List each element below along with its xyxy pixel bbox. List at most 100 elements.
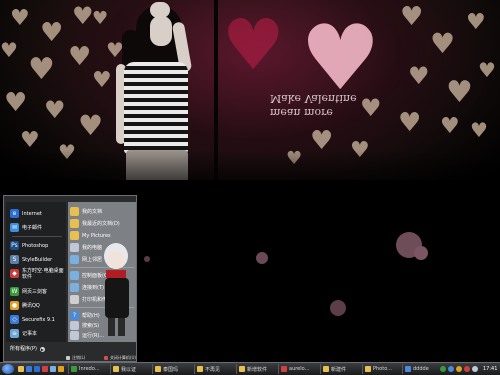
start-item-label: 腾讯QQ: [22, 302, 40, 309]
bokeh-dot: [144, 256, 150, 262]
start-item-label: 我最近的文档(D): [82, 220, 120, 227]
quick-launch-icon[interactable]: [34, 366, 40, 372]
taskbar-item-label: Inredo...: [79, 366, 100, 372]
folder-icon: [323, 366, 329, 372]
start-item-stylebuilder[interactable]: S StyleBuilder: [10, 254, 52, 265]
start-item-securefix[interactable]: ◇ Securefix 9.1: [10, 314, 55, 325]
start-item-label: Photoshop: [22, 242, 49, 249]
taskbar-item[interactable]: 不再见: [194, 364, 236, 374]
shutdown-button[interactable]: 关闭计算机(U): [103, 354, 136, 361]
heart-shape: ♥: [92, 68, 112, 93]
folder-icon: [155, 366, 161, 372]
quick-launch-icon[interactable]: [26, 366, 32, 372]
taskbar-item[interactable]: 泰国玛: [152, 364, 194, 374]
heart-shape: ♥: [20, 128, 40, 153]
my-pictures-icon: [70, 231, 79, 240]
quick-launch-icon[interactable]: [18, 366, 24, 372]
heart-shape: ♥: [446, 75, 473, 110]
start-item-label: 网页三剑客: [22, 288, 48, 295]
search-icon: [70, 321, 79, 330]
heart-shape: ♥: [44, 96, 66, 124]
taskbar-item[interactable]: dddde: [402, 364, 440, 374]
taskbar-item-label: 不再见: [205, 366, 221, 373]
all-programs-button[interactable]: 所有程序(P) ▶: [10, 346, 45, 352]
heart-shape: ♥: [222, 4, 285, 86]
heart-shape: ♥: [478, 58, 496, 82]
heart-shape: ♥: [408, 62, 430, 90]
wallpaper-text: mean more: [270, 106, 333, 119]
window-icon: [71, 366, 77, 372]
mail-icon: ✉: [10, 223, 19, 232]
logoff-button[interactable]: 注销(L): [66, 354, 85, 361]
folder-icon: [365, 366, 371, 372]
taskbar: Inredo... 我以证 泰国玛 不再见 新增软件 aurelo... 新建件…: [0, 362, 500, 375]
heart-shape: ♥: [4, 88, 28, 118]
taskbar-item[interactable]: Inredo...: [68, 364, 110, 374]
anime-character-image: [104, 243, 129, 336]
start-item-label: StyleBuilder: [22, 256, 53, 263]
ie-icon: e: [10, 209, 19, 218]
printer-icon: [70, 295, 79, 304]
my-computer-icon: [70, 243, 79, 252]
start-menu-footer: 注销(L) 关闭计算机(U): [66, 354, 136, 361]
start-item-my-documents[interactable]: 我的文档: [70, 206, 102, 217]
start-item-label: 东方时空·电脑桌面软件: [22, 267, 64, 280]
connect-icon: [70, 283, 79, 292]
heart-shape: ♥: [28, 52, 55, 87]
quick-launch-icon[interactable]: [42, 366, 48, 372]
securefix-icon: ◇: [10, 315, 19, 324]
quick-launch-icon[interactable]: [58, 366, 64, 372]
start-button[interactable]: [2, 364, 14, 374]
desktop-software-icon: ◆: [10, 269, 19, 278]
arrow-right-icon: ▶: [39, 346, 45, 352]
quick-launch-icon[interactable]: [50, 366, 56, 372]
wallpaper-text: Make Valentine: [270, 92, 357, 105]
woman-hand: [150, 2, 170, 18]
app-icon: [405, 366, 411, 372]
tray-icon[interactable]: [440, 366, 446, 372]
taskbar-item[interactable]: Photo...: [362, 364, 402, 374]
woman-face: [150, 16, 172, 46]
help-icon: ?: [70, 311, 79, 320]
system-tray: 17:41: [440, 364, 498, 374]
app-icon: [281, 366, 287, 372]
folder-icon: [239, 366, 245, 372]
start-item-web-suite[interactable]: W 网页三剑客: [10, 286, 47, 297]
start-item-email[interactable]: ✉ 电子邮件: [10, 222, 42, 233]
heart-shape: ♥: [0, 38, 18, 62]
shutdown-label: 关闭计算机(U): [109, 354, 136, 360]
start-item-label: Internet: [22, 210, 42, 217]
taskbar-item-label: 我以证: [121, 366, 137, 373]
network-icon: [70, 255, 79, 264]
tray-icon[interactable]: [464, 366, 470, 372]
start-item-photoshop[interactable]: Ps Photoshop: [10, 240, 48, 251]
notepad-icon: ≡: [10, 329, 19, 338]
taskbar-item-label: Photo...: [373, 366, 392, 372]
taskbar-item-label: 新建件: [331, 366, 347, 373]
start-item-recent-docs[interactable]: 我最近的文档(D): [70, 218, 120, 229]
taskbar-item[interactable]: 新建件: [320, 364, 362, 374]
heart-shape: ♥: [466, 10, 486, 35]
start-item-notepad[interactable]: ≡ 记事本: [10, 328, 37, 339]
start-item-qq[interactable]: ● 腾讯QQ: [10, 300, 40, 311]
tray-icon[interactable]: [456, 366, 462, 372]
heart-shape: ♥: [400, 2, 424, 32]
tray-icon[interactable]: [472, 366, 478, 372]
tray-icon[interactable]: [448, 366, 454, 372]
clock[interactable]: 17:41: [483, 366, 497, 372]
start-item-label: 我的文档: [82, 208, 103, 215]
recent-docs-icon: [70, 219, 79, 228]
start-item-desktop-software[interactable]: ◆ 东方时空·电脑桌面软件: [10, 267, 68, 280]
start-item-label: Securefix 9.1: [22, 316, 55, 323]
start-item-label: 记事本: [22, 330, 38, 337]
large-heart-shape: ♥: [300, 6, 381, 111]
heart-shape: ♥: [430, 27, 456, 60]
photoshop-icon: Ps: [10, 241, 19, 250]
taskbar-item[interactable]: 我以证: [110, 364, 152, 374]
taskbar-item[interactable]: aurelo...: [278, 364, 320, 374]
run-icon: [70, 331, 79, 340]
taskbar-item-label: dddde: [413, 366, 429, 372]
start-item-internet[interactable]: e Internet: [10, 208, 42, 219]
start-menu-programs-pane: e Internet ✉ 电子邮件 Ps Photoshop S StyleBu…: [6, 202, 66, 342]
taskbar-item[interactable]: 新增软件: [236, 364, 278, 374]
